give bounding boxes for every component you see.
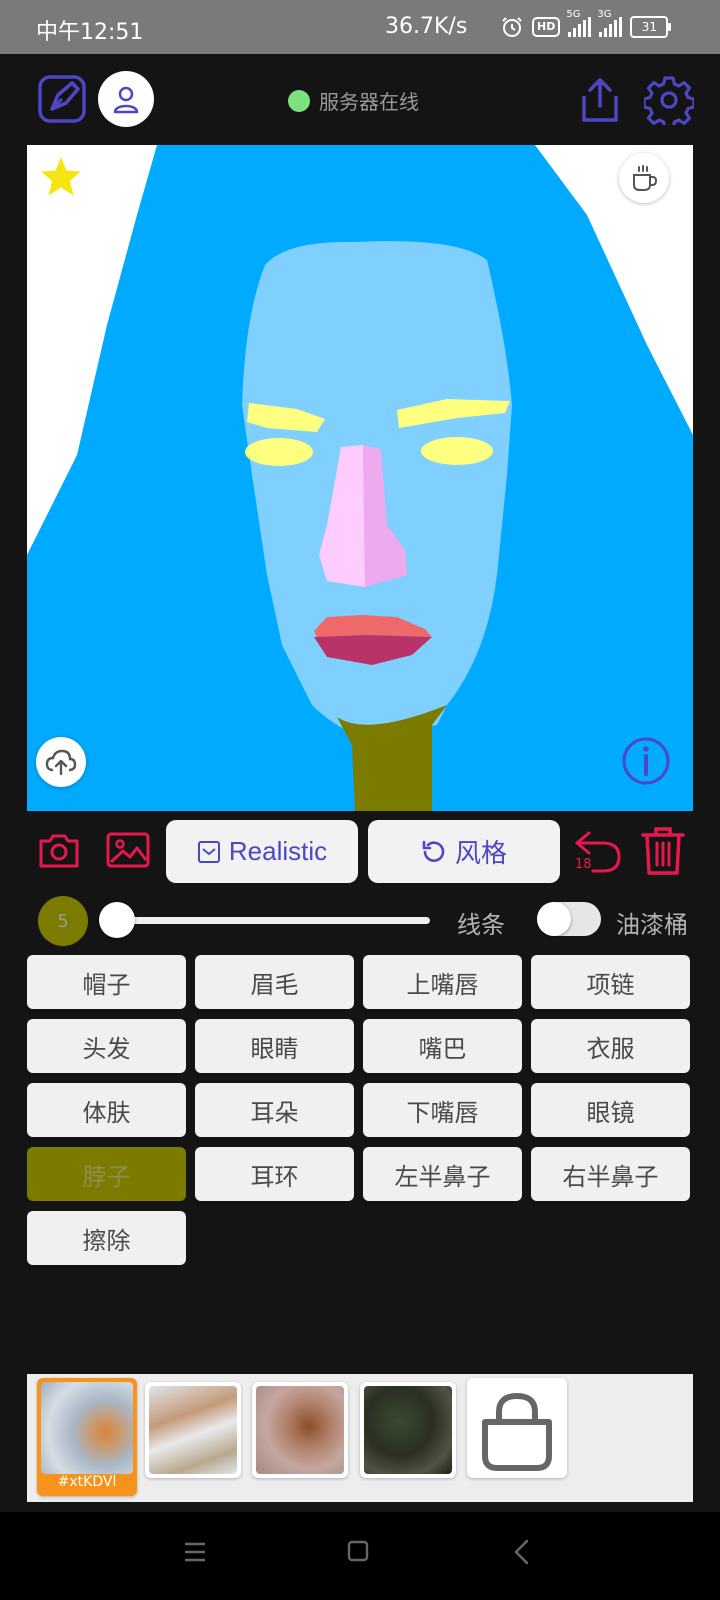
camera-icon[interactable] bbox=[38, 830, 80, 874]
navigation-bar bbox=[0, 1512, 720, 1600]
shop-button[interactable] bbox=[467, 1378, 567, 1478]
status-bar: 中午12:51 36.7K/s HD 5G 3G 31 bbox=[0, 0, 720, 54]
undo-button[interactable]: 18 bbox=[573, 827, 623, 875]
shopping-bag-icon bbox=[482, 1392, 552, 1471]
checkbox-icon bbox=[197, 840, 220, 863]
upload-button[interactable] bbox=[36, 737, 86, 787]
part-button[interactable]: 擦除 bbox=[27, 1211, 186, 1265]
gallery-thumb[interactable] bbox=[360, 1382, 456, 1478]
signal-5g-icon: 5G bbox=[566, 9, 592, 37]
part-button[interactable]: 项链 bbox=[531, 955, 690, 1009]
part-button[interactable]: 嘴巴 bbox=[363, 1019, 522, 1073]
paint-bucket-label: 油漆桶 bbox=[616, 911, 688, 939]
thumb-image bbox=[364, 1386, 452, 1474]
status-network-speed: 36.7K/s bbox=[385, 14, 468, 39]
line-mode-label: 线条 bbox=[457, 911, 505, 939]
cloud-upload-icon bbox=[45, 749, 77, 776]
part-button[interactable]: 衣服 bbox=[531, 1019, 690, 1073]
part-button[interactable]: 眼镜 bbox=[531, 1083, 690, 1137]
status-icons: HD 5G 3G 31 bbox=[500, 9, 672, 40]
thumb-id-label: #xtKDVl bbox=[57, 1474, 117, 1490]
gallery-thumb[interactable] bbox=[145, 1382, 241, 1478]
menu-nav-icon[interactable] bbox=[183, 1540, 207, 1568]
style-button[interactable]: 风格 bbox=[368, 820, 560, 883]
part-button[interactable]: 右半鼻子 bbox=[531, 1147, 690, 1201]
info-icon[interactable] bbox=[621, 736, 671, 786]
part-button[interactable]: 上嘴唇 bbox=[363, 955, 522, 1009]
signal-5g-label: 5G bbox=[566, 9, 581, 20]
thumb-image bbox=[149, 1386, 237, 1474]
part-button[interactable]: 帽子 bbox=[27, 955, 186, 1009]
toggle-knob bbox=[537, 902, 571, 936]
share-icon[interactable] bbox=[576, 76, 624, 124]
part-button[interactable]: 眉毛 bbox=[195, 955, 354, 1009]
back-nav-icon[interactable] bbox=[512, 1539, 532, 1569]
realistic-label: Realistic bbox=[228, 836, 328, 866]
settings-gear-icon[interactable] bbox=[642, 75, 696, 130]
part-button[interactable]: 耳朵 bbox=[195, 1083, 354, 1137]
user-icon bbox=[113, 86, 139, 114]
refresh-icon bbox=[422, 840, 445, 862]
undo-count: 18 bbox=[575, 857, 592, 872]
brush-size-indicator: 5 bbox=[38, 896, 88, 946]
trash-icon[interactable] bbox=[640, 826, 686, 880]
gallery-image-icon[interactable] bbox=[106, 832, 150, 872]
part-button[interactable]: 脖子 bbox=[27, 1147, 186, 1201]
gallery-thumb-selected[interactable]: #xtKDVl bbox=[37, 1378, 137, 1496]
segmentation-drawing bbox=[27, 145, 693, 811]
coffee-cup-icon bbox=[633, 165, 658, 191]
signal-3g-icon: 3G bbox=[597, 9, 623, 37]
left-eye-region bbox=[245, 438, 313, 466]
signal-3g-label: 3G bbox=[597, 9, 612, 20]
part-button[interactable]: 眼睛 bbox=[195, 1019, 354, 1073]
battery-icon: 31 bbox=[630, 16, 672, 38]
hd-badge: HD bbox=[532, 17, 561, 37]
brush-size-slider-track[interactable] bbox=[104, 917, 430, 924]
gallery-thumb[interactable] bbox=[252, 1382, 348, 1478]
thumb-image bbox=[41, 1382, 133, 1474]
edit-icon[interactable] bbox=[38, 73, 88, 123]
part-button[interactable]: 左半鼻子 bbox=[363, 1147, 522, 1201]
style-label: 风格 bbox=[454, 838, 507, 868]
user-button[interactable] bbox=[98, 71, 154, 127]
favorite-star-icon[interactable] bbox=[39, 155, 83, 199]
paint-bucket-toggle[interactable] bbox=[537, 902, 601, 936]
sample-gallery: #xtKDVl bbox=[27, 1374, 693, 1502]
drawing-canvas[interactable] bbox=[27, 145, 693, 811]
part-button[interactable]: 体肤 bbox=[27, 1083, 186, 1137]
server-status-label: 服务器在线 bbox=[319, 90, 419, 114]
right-eye-region bbox=[421, 437, 493, 465]
brush-size-slider-thumb[interactable] bbox=[99, 902, 135, 938]
coffee-button[interactable] bbox=[619, 153, 669, 203]
part-button[interactable]: 头发 bbox=[27, 1019, 186, 1073]
realistic-button[interactable]: Realistic bbox=[166, 820, 358, 883]
status-time: 中午12:51 bbox=[36, 20, 144, 45]
status-dot bbox=[288, 89, 310, 112]
alarm-icon bbox=[502, 17, 522, 37]
part-button[interactable]: 下嘴唇 bbox=[363, 1083, 522, 1137]
thumb-image bbox=[256, 1386, 344, 1474]
server-status: 服务器在线 bbox=[288, 86, 419, 115]
home-nav-icon[interactable] bbox=[346, 1539, 370, 1567]
part-button[interactable]: 耳环 bbox=[195, 1147, 354, 1201]
